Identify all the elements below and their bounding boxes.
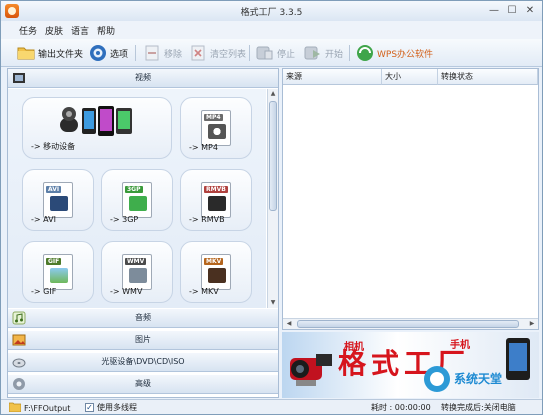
tile-label-avi: -> AVI (31, 215, 56, 224)
picture-icon (12, 333, 26, 347)
remove-icon (143, 44, 161, 62)
scroll-left-icon[interactable]: ◀ (284, 319, 294, 329)
menu-task[interactable]: 任务 (19, 24, 37, 37)
gif-file-icon: GIF (43, 254, 73, 290)
wps-office-label: WPS办公软件 (377, 49, 434, 60)
tile-mp4[interactable]: MP4 -> MP4 (180, 97, 252, 159)
options-button[interactable]: 选项 (89, 43, 128, 63)
close-icon[interactable]: ✕ (522, 4, 538, 18)
category-picture-header[interactable]: 图片 (8, 331, 278, 350)
app-window: 格式工厂 3.3.5 — ☐ ✕ 任务 皮肤 语言 帮助 输出文件夹 选项 移除… (0, 0, 543, 415)
multithread-checkbox[interactable]: ✓ (85, 403, 94, 412)
maximize-icon[interactable]: ☐ (504, 4, 520, 18)
music-note-icon (12, 311, 26, 325)
category-audio-header[interactable]: 音频 (8, 309, 278, 328)
rmvb-file-icon: RMVB (201, 182, 231, 218)
remove-button[interactable]: 移除 (143, 43, 182, 63)
start-icon (304, 44, 322, 62)
start-button[interactable]: 开始 (304, 43, 343, 63)
tile-label-gif: -> GIF (31, 287, 57, 296)
wps-logo-icon (356, 44, 374, 62)
tile-gif[interactable]: GIF -> GIF (22, 241, 94, 303)
tile-3gp[interactable]: 3GP -> 3GP (101, 169, 173, 231)
category-scrollbar[interactable]: ▲ ▼ (267, 89, 278, 308)
watermark-text: 系统天堂 (454, 372, 503, 386)
minimize-icon[interactable]: — (486, 4, 502, 18)
start-label: 开始 (325, 49, 344, 60)
tile-label-wmv: -> WMV (110, 287, 143, 296)
output-folder-small-icon (8, 402, 22, 414)
tile-rmvb[interactable]: RMVB -> RMVB (180, 169, 252, 231)
menu-language[interactable]: 语言 (71, 24, 89, 37)
clear-list-icon (189, 44, 207, 62)
multithread-label: 使用多线程 (97, 403, 137, 412)
stop-icon (256, 44, 274, 62)
task-list-panel: 来源 大小 转换状态 ◀ ▶ (282, 68, 539, 330)
tile-label-mkv: -> MKV (189, 287, 219, 296)
video-format-grid: -> 移动设备 MP4 -> MP4 AVI -> AVI 3GP -> 3GP… (8, 89, 266, 308)
tile-wmv[interactable]: WMV -> WMV (101, 241, 173, 303)
column-source[interactable]: 来源 (283, 69, 382, 85)
stop-button[interactable]: 停止 (256, 43, 295, 63)
after-completion-setting[interactable]: 转换完成后:关闭电脑 (441, 402, 516, 413)
clear-list-label: 清空列表 (210, 49, 247, 60)
output-folder-label: 输出文件夹 (38, 49, 84, 60)
3gp-file-icon: 3GP (122, 182, 152, 218)
watermark-logo-icon (424, 366, 450, 392)
folder-icon (17, 44, 35, 62)
mp4-file-icon: MP4 (201, 110, 231, 146)
hscrollbar-thumb[interactable] (297, 320, 519, 328)
tile-label-rmvb: -> RMVB (189, 215, 225, 224)
scroll-down-icon[interactable]: ▼ (269, 298, 277, 308)
toolbar-separator (349, 45, 350, 61)
wps-office-button[interactable]: WPS办公软件 (356, 43, 433, 63)
tile-mkv[interactable]: MKV -> MKV (180, 241, 252, 303)
tile-label-3gp: -> 3GP (110, 215, 139, 224)
column-size[interactable]: 大小 (382, 69, 438, 85)
mkv-file-icon: MKV (201, 254, 231, 290)
options-gear-icon (89, 44, 107, 62)
tile-label-mobile: -> 移动设备 (31, 142, 76, 151)
multithread-toggle[interactable]: ✓ 使用多线程 (85, 402, 137, 413)
status-bar: F:\FFOutput ✓ 使用多线程 耗时 : 00:00:00 转换完成后:… (1, 399, 542, 414)
advanced-gear-icon (12, 377, 26, 391)
output-path[interactable]: F:\FFOutput (8, 402, 71, 414)
options-label: 选项 (110, 49, 129, 60)
avi-file-icon: AVI (43, 182, 73, 218)
tile-mobile-devices[interactable]: -> 移动设备 (22, 97, 172, 159)
category-advanced-header[interactable]: 高级 (8, 375, 278, 394)
scroll-right-icon[interactable]: ▶ (527, 319, 537, 329)
film-icon (12, 71, 26, 85)
category-panel: 视频 -> 移动设备 MP4 -> MP4 AVI -> AVI 3GP -> … (7, 68, 279, 398)
category-video-header[interactable]: 视频 (8, 69, 278, 88)
tile-avi[interactable]: AVI -> AVI (22, 169, 94, 231)
clear-list-button[interactable]: 清空列表 (189, 43, 246, 63)
mobile-devices-icon (58, 104, 136, 141)
toolbar-separator (249, 45, 250, 61)
elapsed-time: 耗时 : 00:00:00 (371, 403, 431, 412)
smartphone-icon (506, 338, 530, 380)
output-path-text: F:\FFOutput (24, 403, 71, 413)
task-list-hscrollbar[interactable]: ◀ ▶ (283, 318, 538, 329)
output-folder-button[interactable]: 输出文件夹 (17, 43, 83, 63)
disc-drive-icon (12, 355, 26, 369)
toolbar-separator (135, 45, 136, 61)
stop-label: 停止 (277, 49, 296, 60)
scroll-up-icon[interactable]: ▲ (269, 89, 277, 99)
menu-help[interactable]: 帮助 (97, 24, 115, 37)
window-title: 格式工厂 3.3.5 (240, 8, 303, 18)
toolbar: 输出文件夹 选项 移除 清空列表 停止 开始 WPS办公软件 (1, 39, 542, 67)
tile-label-mp4: -> MP4 (189, 143, 218, 152)
title-bar: 格式工厂 3.3.5 — ☐ ✕ (1, 1, 542, 21)
column-status[interactable]: 转换状态 (438, 69, 538, 85)
scrollbar-thumb[interactable] (269, 101, 277, 211)
category-rom-header[interactable]: 光驱设备\DVD\CD\ISO (8, 353, 278, 372)
camcorder-icon (290, 354, 332, 386)
menu-skin[interactable]: 皮肤 (45, 24, 63, 37)
remove-label: 移除 (164, 49, 183, 60)
promo-banner: 相机 手机 格式工厂 系统天堂 (282, 332, 539, 398)
wmv-file-icon: WMV (122, 254, 152, 290)
menu-bar: 任务 皮肤 语言 帮助 (1, 21, 542, 39)
